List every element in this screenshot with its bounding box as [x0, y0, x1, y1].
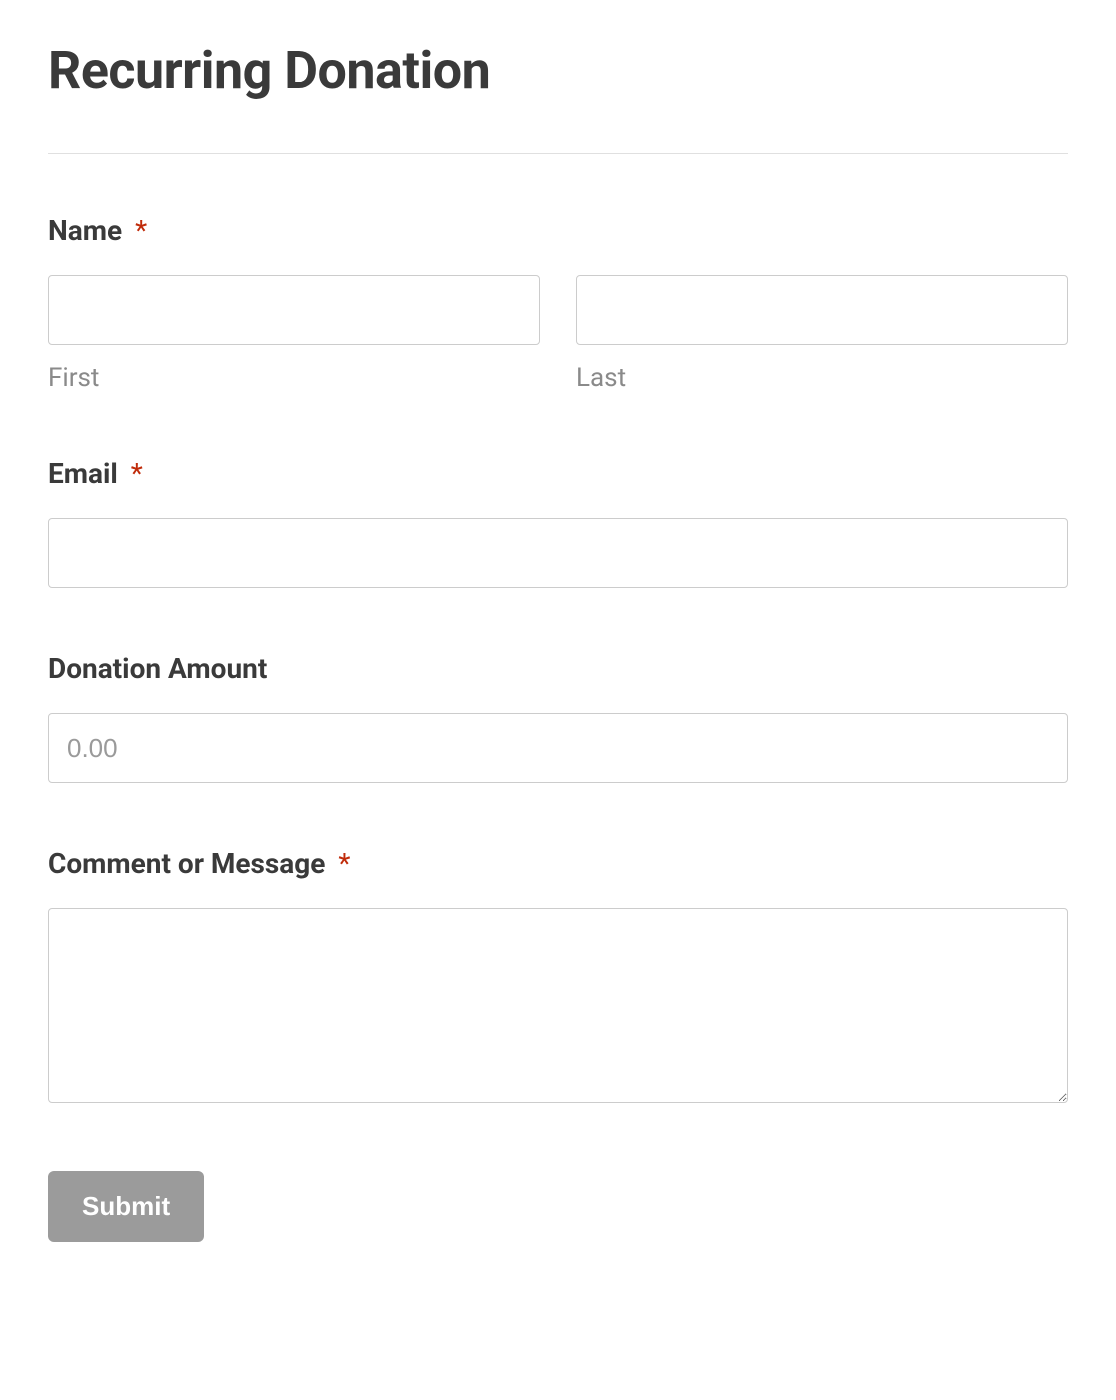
submit-button[interactable]: Submit: [48, 1171, 204, 1242]
first-name-input[interactable]: [48, 275, 540, 345]
first-name-sublabel: First: [48, 363, 540, 393]
donation-form: Name * First Last Email * Donation Amoun…: [48, 214, 1068, 1242]
last-name-sublabel: Last: [576, 363, 1068, 393]
email-label-text: Email: [48, 457, 118, 490]
donation-amount-input[interactable]: [48, 713, 1068, 783]
first-name-col: First: [48, 275, 540, 393]
divider: [48, 153, 1068, 154]
name-row: First Last: [48, 275, 1068, 393]
comment-group: Comment or Message *: [48, 847, 1068, 1107]
required-asterisk-icon: *: [135, 214, 147, 247]
name-label-text: Name: [48, 214, 122, 247]
donation-label: Donation Amount: [48, 652, 1068, 685]
email-label: Email *: [48, 457, 1068, 490]
required-asterisk-icon: *: [131, 457, 143, 490]
email-input[interactable]: [48, 518, 1068, 588]
last-name-input[interactable]: [576, 275, 1068, 345]
comment-textarea[interactable]: [48, 908, 1068, 1103]
name-group: Name * First Last: [48, 214, 1068, 393]
email-group: Email *: [48, 457, 1068, 588]
comment-label-text: Comment or Message: [48, 847, 325, 880]
last-name-col: Last: [576, 275, 1068, 393]
donation-label-text: Donation Amount: [48, 652, 267, 685]
comment-label: Comment or Message *: [48, 847, 1068, 880]
name-label: Name *: [48, 214, 1068, 247]
page-title: Recurring Donation: [48, 40, 1068, 101]
required-asterisk-icon: *: [338, 847, 350, 880]
donation-group: Donation Amount: [48, 652, 1068, 783]
